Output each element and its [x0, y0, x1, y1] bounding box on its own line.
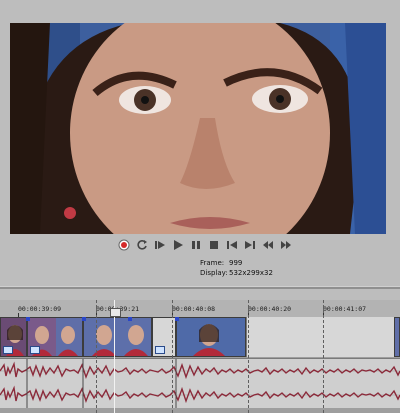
- event-fx-icon[interactable]: [155, 346, 165, 354]
- timecode-1: 00:00:39:09: [18, 305, 62, 313]
- timecode-3: 00:00:40:08: [172, 305, 216, 313]
- prev-frame-button[interactable]: [260, 238, 275, 252]
- video-clip[interactable]: [0, 317, 27, 357]
- timecode-5: 00:00:41:07: [323, 305, 367, 313]
- video-track[interactable]: [0, 317, 400, 357]
- go-end-icon: [244, 241, 255, 249]
- clip-thumbnail: [84, 318, 151, 356]
- video-clip[interactable]: [394, 317, 400, 357]
- go-start-button[interactable]: [224, 238, 239, 252]
- play-from-start-button[interactable]: [152, 238, 167, 252]
- grid-line: [248, 300, 249, 413]
- go-start-icon: [226, 241, 237, 249]
- clip-thumbnail: [177, 318, 245, 356]
- pause-icon: [191, 241, 200, 249]
- next-frame-button[interactable]: [278, 238, 293, 252]
- audio-waveform: [0, 359, 400, 408]
- grid-line: [323, 300, 324, 413]
- frame-label: Frame:: [200, 259, 225, 267]
- timeline[interactable]: 00:00:39:09 00:00:39:21 00:00:40:08 00:0…: [0, 300, 400, 413]
- timecode-4: 00:00:40:20: [248, 305, 292, 313]
- video-clip[interactable]: [83, 317, 152, 357]
- grid-line: [172, 300, 173, 413]
- empty-track-area[interactable]: [246, 317, 395, 357]
- video-preview-frame: [10, 23, 386, 234]
- clip-thumbnail: [395, 318, 399, 356]
- record-icon: [118, 239, 129, 251]
- record-button[interactable]: [116, 238, 131, 252]
- event-marker[interactable]: [128, 317, 132, 321]
- playhead-handle[interactable]: [110, 308, 121, 317]
- play-from-start-icon: [154, 241, 165, 249]
- play-button[interactable]: [170, 238, 185, 252]
- loop-icon: [136, 240, 147, 250]
- video-clip[interactable]: [176, 317, 246, 357]
- prev-frame-icon: [262, 241, 273, 249]
- preview-info: Frame: 999 Display: 532x299x32: [200, 258, 273, 278]
- next-frame-icon: [280, 241, 291, 249]
- pause-button[interactable]: [188, 238, 203, 252]
- display-value: 532x299x32: [229, 269, 273, 277]
- transport-controls: [116, 238, 293, 252]
- timecode-ruler[interactable]: 00:00:39:09 00:00:39:21 00:00:40:08 00:0…: [0, 300, 400, 318]
- audio-track[interactable]: [0, 358, 400, 408]
- event-marker[interactable]: [82, 317, 86, 321]
- loop-button[interactable]: [134, 238, 149, 252]
- event-marker[interactable]: [26, 317, 30, 321]
- stop-icon: [209, 241, 218, 249]
- go-end-button[interactable]: [242, 238, 257, 252]
- grid-line: [96, 300, 97, 413]
- panel-divider[interactable]: [0, 286, 400, 289]
- stop-button[interactable]: [206, 238, 221, 252]
- video-clip[interactable]: [27, 317, 83, 357]
- event-fx-icon[interactable]: [30, 346, 40, 354]
- event-marker[interactable]: [175, 317, 179, 321]
- display-label: Display:: [200, 269, 228, 277]
- video-preview-panel: Frame: 999 Display: 532x299x32: [0, 0, 400, 300]
- video-frame-image: [10, 23, 386, 234]
- play-icon: [173, 240, 183, 250]
- frame-value: 999: [229, 259, 243, 267]
- event-fx-icon[interactable]: [3, 346, 13, 354]
